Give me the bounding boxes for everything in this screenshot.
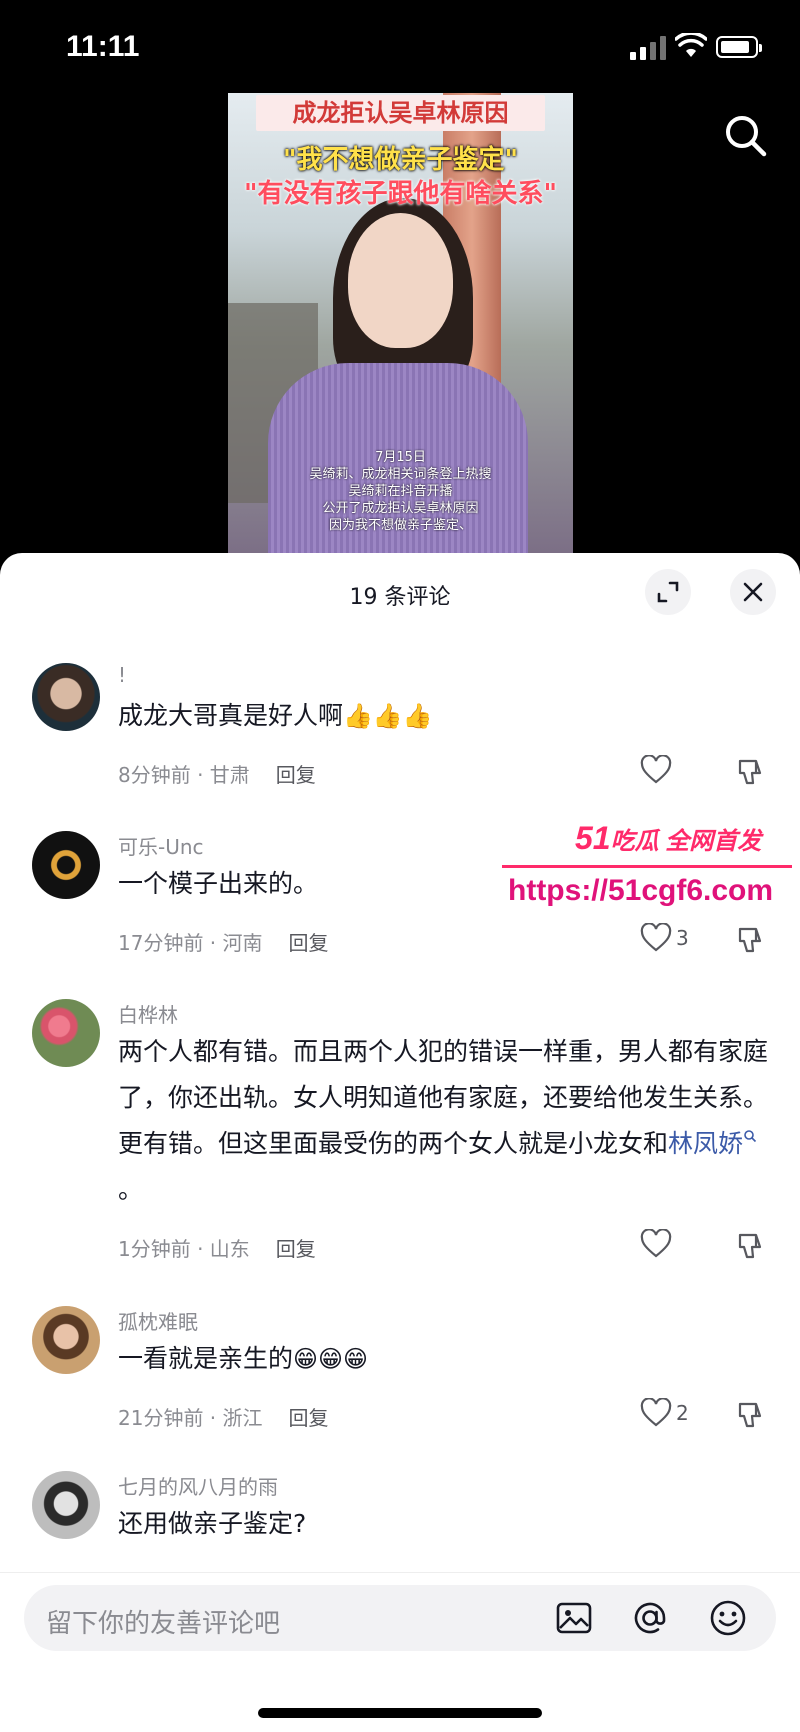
search-link[interactable]: 林凤娇 <box>668 1129 743 1158</box>
subtitle-line: 因为我不想做亲子鉴定、 <box>328 518 472 533</box>
status-bar: 11:11 <box>0 0 800 100</box>
comment-sheet: 19 条评论 ! 成龙大哥真是好人啊👍👍👍 8分钟前 · 甘肃 回复 可乐-Unc… <box>0 553 800 1731</box>
reply-button[interactable]: 回复 <box>276 1237 316 1261</box>
grin-emoji: 😁😁😁 <box>293 1345 369 1373</box>
avatar[interactable] <box>32 999 100 1067</box>
comment-meta: 1分钟前 · 山东 回复 <box>118 1233 316 1262</box>
thumbs-up-emoji: 👍👍👍 <box>343 702 433 730</box>
comment-username[interactable]: ! <box>118 663 126 687</box>
close-button[interactable] <box>730 569 776 615</box>
heart-icon <box>640 1398 672 1427</box>
comment-time: 17分钟前 · 河南 <box>118 931 263 955</box>
watermark-tag: 吃瓜 全网首发 <box>610 828 762 855</box>
signal-icon <box>630 36 668 60</box>
subtitle-line: 公开了成龙拒认吴卓林原因 <box>322 501 479 516</box>
comment-meta: 21分钟前 · 浙江 回复 <box>118 1402 329 1431</box>
video-player[interactable]: 成龙拒认吴卓林原因 "我不想做亲子鉴定" "有没有孩子跟他有啥关系" 7月15日… <box>228 93 573 553</box>
video-banner: 成龙拒认吴卓林原因 <box>256 95 545 131</box>
close-icon <box>743 582 763 602</box>
comment-meta: 8分钟前 · 甘肃 回复 <box>118 759 316 788</box>
watermark-divider <box>502 865 792 868</box>
battery-icon <box>716 36 762 58</box>
comment-body: 一看就是亲生的 <box>118 1344 294 1373</box>
comment-time: 21分钟前 · 浙江 <box>118 1406 263 1430</box>
comment-meta: 17分钟前 · 河南 回复 <box>118 927 329 956</box>
search-small-icon <box>744 1129 757 1142</box>
comment-text: 还用做亲子鉴定? <box>118 1509 307 1538</box>
comment-text: 成龙大哥真是好人啊👍👍👍 <box>118 693 768 739</box>
dislike-icon[interactable] <box>736 1231 766 1261</box>
comment-body-end: 。 <box>118 1175 144 1204</box>
avatar[interactable] <box>32 1471 100 1539</box>
like-count: 3 <box>676 926 689 950</box>
heart-icon <box>640 1229 672 1258</box>
reply-button[interactable]: 回复 <box>289 931 329 955</box>
comment-text: 两个人都有错。而且两个人犯的错误一样重，男人都有家庭了，你还出轨。女人明知道他有… <box>118 1029 768 1213</box>
avatar[interactable] <box>32 831 100 899</box>
comment-username[interactable]: 七月的风八月的雨 <box>118 1471 278 1500</box>
at-icon[interactable] <box>630 1598 670 1638</box>
like-button[interactable]: 3 <box>640 923 689 953</box>
avatar[interactable] <box>32 663 100 731</box>
like-button[interactable] <box>640 755 672 785</box>
comment-username[interactable]: 白桦林 <box>118 999 178 1028</box>
video-person-face <box>348 213 453 348</box>
comment-time: 1分钟前 · 山东 <box>118 1237 250 1261</box>
subtitle-line: 吴绮莉、成龙相关词条登上热搜 <box>309 467 492 482</box>
reply-button[interactable]: 回复 <box>289 1406 329 1430</box>
subtitle-line: 7月15日 <box>375 450 426 465</box>
dislike-icon[interactable] <box>736 757 766 787</box>
dislike-icon[interactable] <box>736 1400 766 1430</box>
expand-button[interactable] <box>645 569 691 615</box>
watermark-url: https://51cgf6.com <box>508 874 774 907</box>
emoji-icon[interactable] <box>708 1598 748 1638</box>
subtitle-line: 吴绮莉在抖音开播 <box>348 484 453 499</box>
comment-input-bar: 留下你的友善评论吧 <box>0 1572 800 1732</box>
video-caption-2: "有没有孩子跟他有啥关系" <box>243 179 558 209</box>
comment-body: 成龙大哥真是好人啊 <box>118 701 344 730</box>
status-time: 11:11 <box>66 30 140 63</box>
comment-input-placeholder: 留下你的友善评论吧 <box>46 1609 281 1639</box>
search-icon[interactable] <box>722 112 770 160</box>
wifi-icon <box>675 33 707 57</box>
reply-button[interactable]: 回复 <box>276 763 316 787</box>
heart-icon <box>640 755 672 784</box>
comment-time: 8分钟前 · 甘肃 <box>118 763 250 787</box>
like-button[interactable] <box>640 1229 672 1259</box>
comment-username[interactable]: 可乐-Unc <box>118 831 204 860</box>
image-icon[interactable] <box>554 1598 594 1638</box>
like-count: 2 <box>676 1401 689 1425</box>
comment-text: 一看就是亲生的😁😁😁 <box>118 1336 768 1382</box>
video-subtitle: 7月15日 吴绮莉、成龙相关词条登上热搜 吴绮莉在抖音开播 公开了成龙拒认吴卓林… <box>228 449 573 534</box>
comment-username[interactable]: 孤枕难眠 <box>118 1306 198 1335</box>
heart-icon <box>640 923 672 952</box>
dislike-icon[interactable] <box>736 925 766 955</box>
like-button[interactable]: 2 <box>640 1398 689 1428</box>
video-caption-1: "我不想做亲子鉴定" <box>282 145 519 175</box>
watermark-brand: 51吃瓜 全网首发 <box>575 820 761 857</box>
expand-icon <box>657 581 679 603</box>
avatar[interactable] <box>32 1306 100 1374</box>
watermark-number: 51 <box>575 820 611 856</box>
comment-input[interactable]: 留下你的友善评论吧 <box>24 1585 776 1651</box>
home-indicator[interactable] <box>258 1708 542 1718</box>
